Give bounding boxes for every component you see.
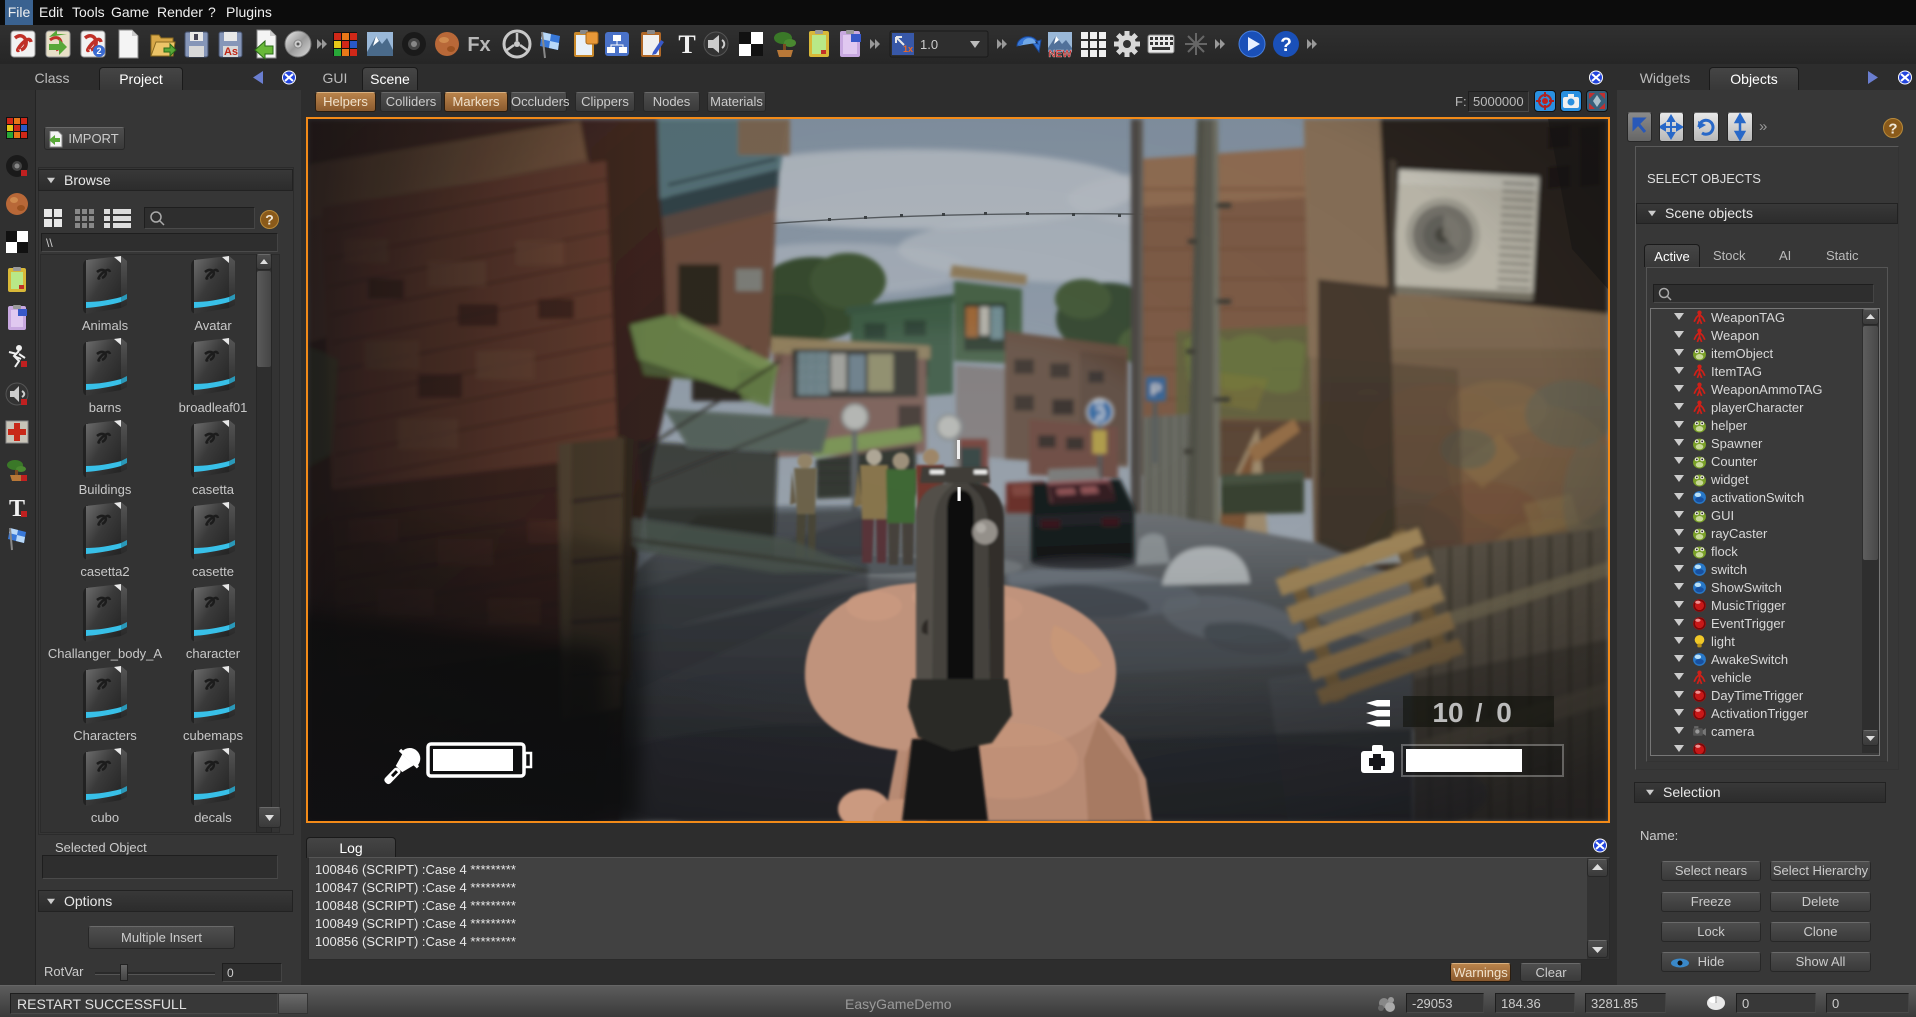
svg-text:Fx: Fx <box>467 34 490 56</box>
svg-text:casetta: casetta <box>192 482 235 497</box>
svg-text:As: As <box>224 46 238 58</box>
svg-text:casette: casette <box>192 564 234 579</box>
svg-text:1x: 1x <box>903 44 913 54</box>
svg-text:/: / <box>1476 699 1483 727</box>
svg-text:DayTimeTrigger: DayTimeTrigger <box>1711 688 1804 703</box>
svg-text:Spawner: Spawner <box>1711 436 1763 451</box>
svg-text:camera: camera <box>1711 724 1755 739</box>
svg-text:Animals: Animals <box>82 318 129 333</box>
svg-text:?: ? <box>265 212 274 228</box>
svg-text:activationSwitch: activationSwitch <box>1711 490 1804 505</box>
svg-text:itemObject: itemObject <box>1711 346 1774 361</box>
svg-text:0: 0 <box>1496 697 1512 728</box>
svg-text:WeaponAmmoTAG: WeaponAmmoTAG <box>1711 382 1823 397</box>
svg-text:ActivationTrigger: ActivationTrigger <box>1711 706 1809 721</box>
svg-text:Counter: Counter <box>1711 454 1758 469</box>
svg-text:?: ? <box>1280 35 1292 56</box>
svg-text:decals: decals <box>194 810 232 825</box>
svg-text:ShowSwitch: ShowSwitch <box>1711 580 1782 595</box>
svg-text:flock: flock <box>1711 544 1738 559</box>
svg-text:T: T <box>9 496 25 522</box>
svg-text:WeaponTAG: WeaponTAG <box>1711 310 1785 325</box>
svg-text:Weapon: Weapon <box>1711 328 1759 343</box>
svg-text:light: light <box>1711 634 1735 649</box>
svg-text:MusicTrigger: MusicTrigger <box>1711 598 1786 613</box>
svg-text:casetta2: casetta2 <box>80 564 129 579</box>
svg-text:T: T <box>678 30 695 59</box>
svg-text:playerCharacter: playerCharacter <box>1711 400 1804 415</box>
svg-text:rayCaster: rayCaster <box>1711 526 1768 541</box>
svg-text:1.0: 1.0 <box>920 37 938 52</box>
svg-text:vehicle: vehicle <box>1711 670 1751 685</box>
svg-text:barns: barns <box>89 400 122 415</box>
svg-text:AwakeSwitch: AwakeSwitch <box>1711 652 1788 667</box>
svg-text:ItemTAG: ItemTAG <box>1711 364 1762 379</box>
svg-text:NEW: NEW <box>1048 49 1072 60</box>
svg-text:EventTrigger: EventTrigger <box>1711 616 1786 631</box>
svg-text:10: 10 <box>1432 697 1463 728</box>
svg-text:broadleaf01: broadleaf01 <box>179 400 248 415</box>
svg-text:cubemaps: cubemaps <box>183 728 243 743</box>
svg-text:2: 2 <box>96 46 101 56</box>
svg-text:switch: switch <box>1711 562 1747 577</box>
svg-text:GUI: GUI <box>1711 508 1734 523</box>
svg-text:helper: helper <box>1711 418 1748 433</box>
svg-text:?: ? <box>1888 121 1897 138</box>
svg-text:Characters: Characters <box>73 728 137 743</box>
svg-text:character: character <box>186 646 241 661</box>
svg-text:cubo: cubo <box>91 810 119 825</box>
svg-text:Challanger_body_A: Challanger_body_A <box>48 646 163 661</box>
svg-text:widget: widget <box>1710 472 1749 487</box>
svg-text:Avatar: Avatar <box>194 318 232 333</box>
svg-text:Buildings: Buildings <box>79 482 132 497</box>
